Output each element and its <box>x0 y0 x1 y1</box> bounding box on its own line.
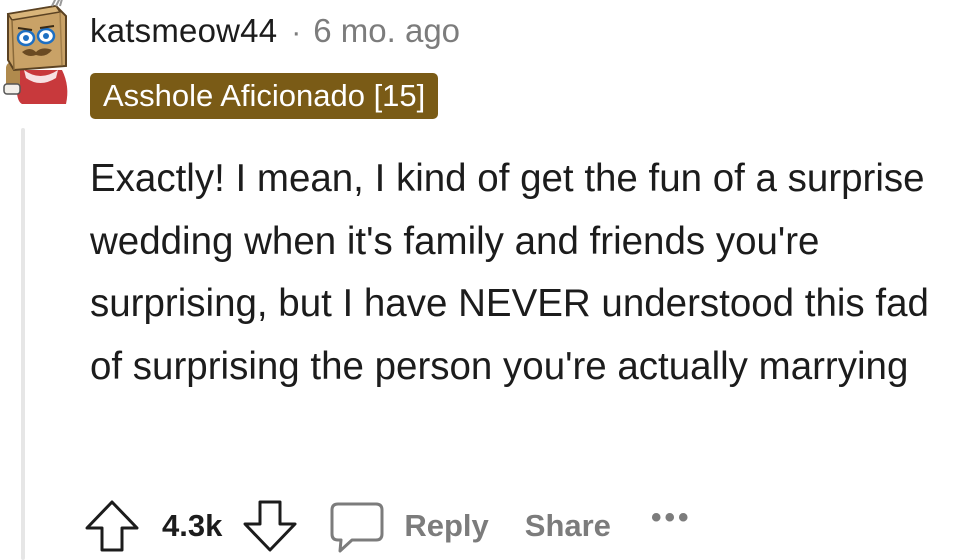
speech-bubble-icon <box>330 502 384 553</box>
user-avatar[interactable] <box>0 0 70 104</box>
username-link[interactable]: katsmeow44 <box>90 12 277 50</box>
share-button[interactable]: Share <box>525 508 611 544</box>
comment-container: katsmeow44 · 6 mo. ago Asshole Aficionad… <box>0 0 972 560</box>
comment-timestamp[interactable]: 6 mo. ago <box>313 12 460 50</box>
upvote-button[interactable] <box>84 498 140 554</box>
arrow-down-icon <box>243 500 297 552</box>
thread-line[interactable] <box>21 128 25 560</box>
arrow-up-icon <box>85 500 139 552</box>
reply-icon-button[interactable] <box>328 498 386 554</box>
comment-action-bar: 4.3k Reply Share ••• <box>84 494 691 558</box>
comment-header: katsmeow44 · 6 mo. ago <box>90 12 460 50</box>
avatar-cardboard-character-icon <box>3 0 68 104</box>
vote-score: 4.3k <box>162 508 223 543</box>
comment-body: Exactly! I mean, I kind of get the fun o… <box>90 157 929 388</box>
user-flair-badge: Asshole Aficionado [15] <box>90 73 439 119</box>
more-options-button[interactable]: ••• <box>651 501 692 535</box>
downvote-button[interactable] <box>242 498 298 554</box>
header-separator: · <box>291 16 302 49</box>
reply-button[interactable]: Reply <box>404 508 488 544</box>
